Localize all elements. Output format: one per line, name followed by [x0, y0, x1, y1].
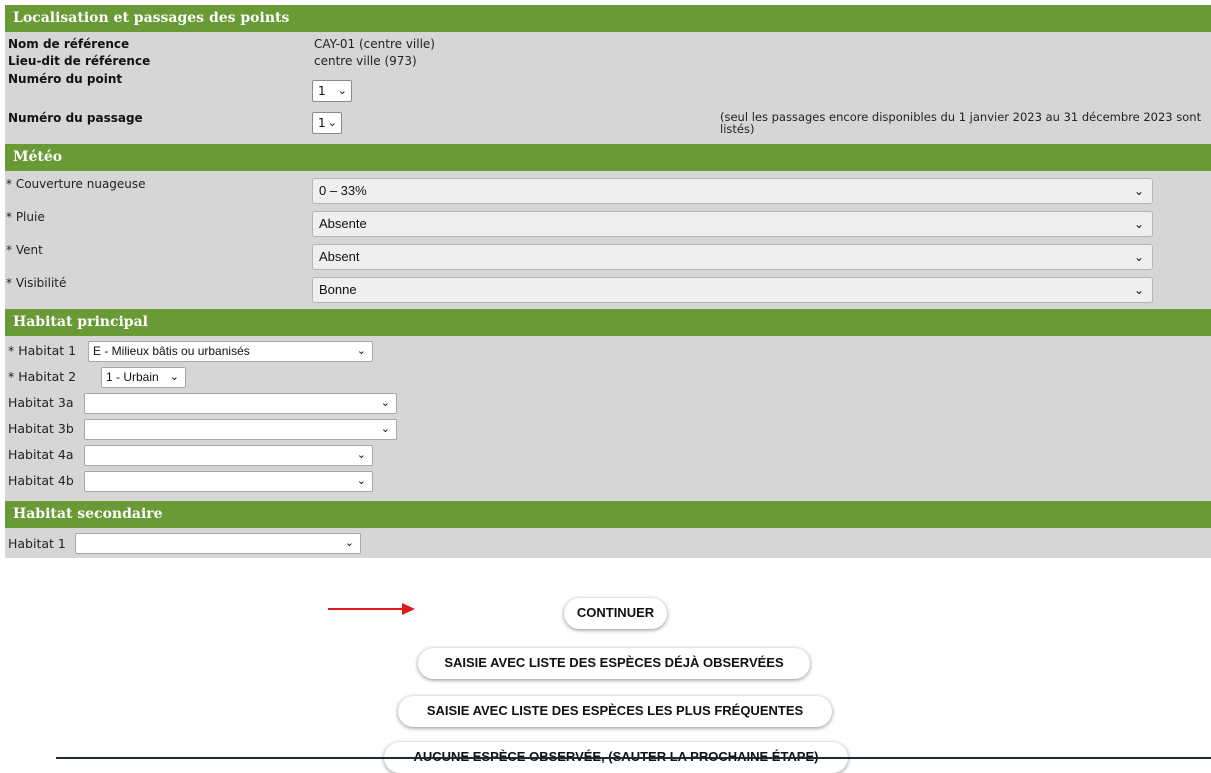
numero-passage-select[interactable]: 1 ⌄ [312, 112, 342, 134]
section-header-habitat-principal: Habitat principal [5, 309, 1211, 336]
habitat-1-label: * Habitat 1 [8, 343, 77, 358]
lieu-dit-label: Lieu-dit de référence [8, 54, 151, 68]
numero-passage-value: 1 [318, 116, 326, 130]
couverture-nuageuse-value: 0 – 33% [319, 183, 367, 198]
chevron-down-icon: ⌄ [356, 449, 366, 461]
chevron-down-icon: ⌄ [1133, 217, 1144, 231]
form-wrapper: Localisation et passages des points Nom … [5, 5, 1211, 558]
habitat-1-value: E - Milieux bâtis ou urbanisés [93, 344, 250, 358]
habitat-3b-select[interactable]: ⌄ [84, 419, 397, 440]
saisie-especes-deja-observees-button[interactable]: SAISIE AVEC LISTE DES ESPÈCES DÉJÀ OBSER… [418, 648, 810, 679]
habitat-4a-label: Habitat 4a [8, 447, 74, 462]
chevron-down-icon: ⌄ [344, 537, 354, 549]
continuer-button[interactable]: CONTINUER [564, 598, 667, 629]
visibilite-select[interactable]: Bonne ⌄ [312, 277, 1153, 303]
pluie-label: * Pluie [6, 210, 45, 224]
vent-label: * Vent [6, 243, 43, 257]
numero-point-select[interactable]: 1 ⌄ [312, 80, 352, 102]
couverture-nuageuse-select[interactable]: 0 – 33% ⌄ [312, 178, 1153, 204]
numero-passage-label: Numéro du passage [8, 111, 143, 125]
habitat-3a-label: Habitat 3a [8, 395, 74, 410]
habitat-secondaire-1-label: Habitat 1 [8, 536, 66, 551]
nom-reference-label: Nom de référence [8, 37, 130, 51]
lieu-dit-value: centre ville (973) [314, 54, 417, 68]
chevron-down-icon: ⌄ [169, 371, 179, 383]
chevron-down-icon: ⌄ [1133, 184, 1144, 198]
vent-value: Absent [319, 249, 360, 264]
meteo-panel: * Couverture nuageuse 0 – 33% ⌄ * Pluie … [5, 171, 1211, 309]
chevron-down-icon: ⌄ [337, 84, 347, 97]
nom-reference-value: CAY-01 (centre ville) [314, 37, 435, 51]
habitat-4b-select[interactable]: ⌄ [84, 471, 373, 492]
vent-select[interactable]: Absent ⌄ [312, 244, 1153, 270]
pluie-select[interactable]: Absente ⌄ [312, 211, 1153, 237]
habitat-2-select[interactable]: 1 - Urbain ⌄ [101, 367, 186, 388]
section-header-meteo: Météo [5, 144, 1211, 171]
habitat-principal-panel: * Habitat 1 E - Milieux bâtis ou urbanis… [5, 336, 1211, 501]
chevron-down-icon: ⌄ [380, 423, 390, 435]
section-header-habitat-secondaire: Habitat secondaire [5, 501, 1211, 528]
saisie-especes-plus-frequentes-button[interactable]: SAISIE AVEC LISTE DES ESPÈCES LES PLUS F… [398, 696, 832, 727]
couverture-nuageuse-label: * Couverture nuageuse [6, 177, 146, 191]
habitat-1-select[interactable]: E - Milieux bâtis ou urbanisés ⌄ [88, 341, 373, 362]
habitat-3a-select[interactable]: ⌄ [84, 393, 397, 414]
habitat-3b-label: Habitat 3b [8, 421, 74, 436]
habitat-4a-select[interactable]: ⌄ [84, 445, 373, 466]
numero-point-label: Numéro du point [8, 72, 123, 86]
localisation-panel: Nom de référence CAY-01 (centre ville) L… [5, 32, 1211, 144]
section-header-localisation: Localisation et passages des points [5, 5, 1211, 32]
visibilite-label: * Visibilité [6, 276, 67, 290]
chevron-down-icon: ⌄ [356, 475, 366, 487]
chevron-down-icon: ⌄ [1133, 283, 1144, 297]
habitat-4b-label: Habitat 4b [8, 473, 74, 488]
habitat-secondaire-panel: Habitat 1 ⌄ [5, 528, 1211, 558]
habitat-2-label: * Habitat 2 [8, 369, 77, 384]
visibilite-value: Bonne [319, 282, 357, 297]
page-bottom-divider [56, 757, 1211, 759]
chevron-down-icon: ⌄ [356, 345, 366, 357]
habitat-2-value: 1 - Urbain [106, 370, 159, 384]
pluie-value: Absente [319, 216, 367, 231]
chevron-down-icon: ⌄ [327, 116, 337, 129]
chevron-down-icon: ⌄ [1133, 250, 1144, 264]
chevron-down-icon: ⌄ [380, 397, 390, 409]
habitat-secondaire-1-select[interactable]: ⌄ [75, 533, 361, 554]
numero-point-value: 1 [318, 84, 326, 98]
passage-note: (seul les passages encore disponibles du… [720, 110, 1202, 136]
